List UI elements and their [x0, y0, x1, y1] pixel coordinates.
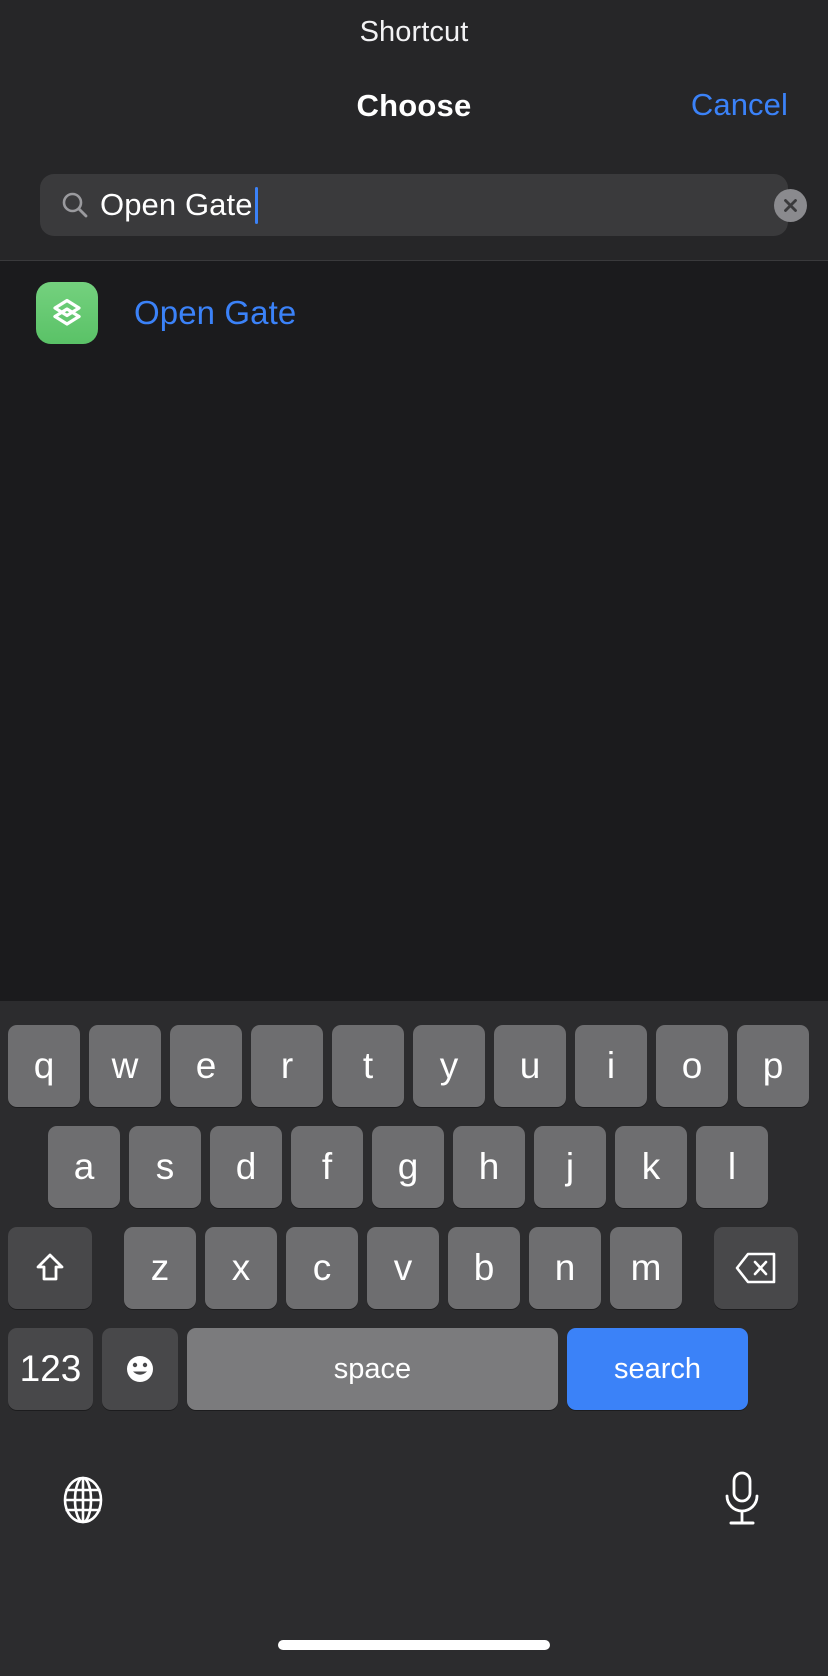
key-l[interactable]: l [696, 1126, 768, 1208]
key-v[interactable]: v [367, 1227, 439, 1309]
navigation-bar: Choose Cancel [0, 87, 828, 150]
home-indicator [278, 1640, 550, 1650]
list-item-label: Open Gate [134, 294, 297, 331]
key-h[interactable]: h [453, 1126, 525, 1208]
key-e[interactable]: e [170, 1025, 242, 1107]
search-return-key[interactable]: search [567, 1328, 748, 1410]
keyboard-row-2: a s d f g h j k l [0, 1126, 828, 1208]
key-q[interactable]: q [8, 1025, 80, 1107]
globe-icon[interactable] [55, 1472, 111, 1531]
key-d[interactable]: d [210, 1126, 282, 1208]
space-key[interactable]: space [187, 1328, 558, 1410]
key-x[interactable]: x [205, 1227, 277, 1309]
keyboard-row-4: 123 space search [0, 1328, 828, 1410]
on-screen-keyboard: q w e r t y u i o p a s d f g h j k l z … [0, 1001, 828, 1676]
search-results-list: Open Gate [0, 261, 828, 1001]
key-i[interactable]: i [575, 1025, 647, 1107]
key-s[interactable]: s [129, 1126, 201, 1208]
key-y[interactable]: y [413, 1025, 485, 1107]
clear-search-icon[interactable] [774, 189, 807, 222]
emoji-smiley-icon[interactable] [102, 1328, 178, 1410]
key-j[interactable]: j [534, 1126, 606, 1208]
key-p[interactable]: p [737, 1025, 809, 1107]
key-o[interactable]: o [656, 1025, 728, 1107]
key-k[interactable]: k [615, 1126, 687, 1208]
key-w[interactable]: w [89, 1025, 161, 1107]
search-field[interactable]: Open Gate [40, 174, 788, 236]
backspace-icon[interactable] [714, 1227, 798, 1309]
key-t[interactable]: t [332, 1025, 404, 1107]
key-z[interactable]: z [124, 1227, 196, 1309]
key-g[interactable]: g [372, 1126, 444, 1208]
key-n[interactable]: n [529, 1227, 601, 1309]
microphone-icon[interactable] [716, 1468, 768, 1533]
list-item[interactable]: Open Gate [0, 273, 828, 353]
modal-header: Shortcut Choose Cancel Open Gate [0, 0, 828, 260]
key-b[interactable]: b [448, 1227, 520, 1309]
key-u[interactable]: u [494, 1025, 566, 1107]
key-c[interactable]: c [286, 1227, 358, 1309]
key-r[interactable]: r [251, 1025, 323, 1107]
shift-arrow-icon[interactable] [8, 1227, 92, 1309]
app-title: Shortcut [359, 16, 469, 48]
screen: Shortcut Choose Cancel Open Gate Open Ga… [0, 0, 828, 1676]
search-input-value[interactable]: Open Gate [100, 185, 253, 225]
keyboard-row-3: z x c v b n m [0, 1227, 828, 1309]
key-m[interactable]: m [610, 1227, 682, 1309]
numbers-key[interactable]: 123 [8, 1328, 93, 1410]
cancel-button[interactable]: Cancel [691, 87, 788, 123]
key-f[interactable]: f [291, 1126, 363, 1208]
keyboard-bottom-bar [0, 1456, 828, 1566]
layers-stack-icon [36, 282, 98, 344]
text-caret [255, 187, 258, 224]
keyboard-row-1: q w e r t y u i o p [0, 1025, 828, 1107]
search-icon [60, 190, 90, 220]
key-a[interactable]: a [48, 1126, 120, 1208]
